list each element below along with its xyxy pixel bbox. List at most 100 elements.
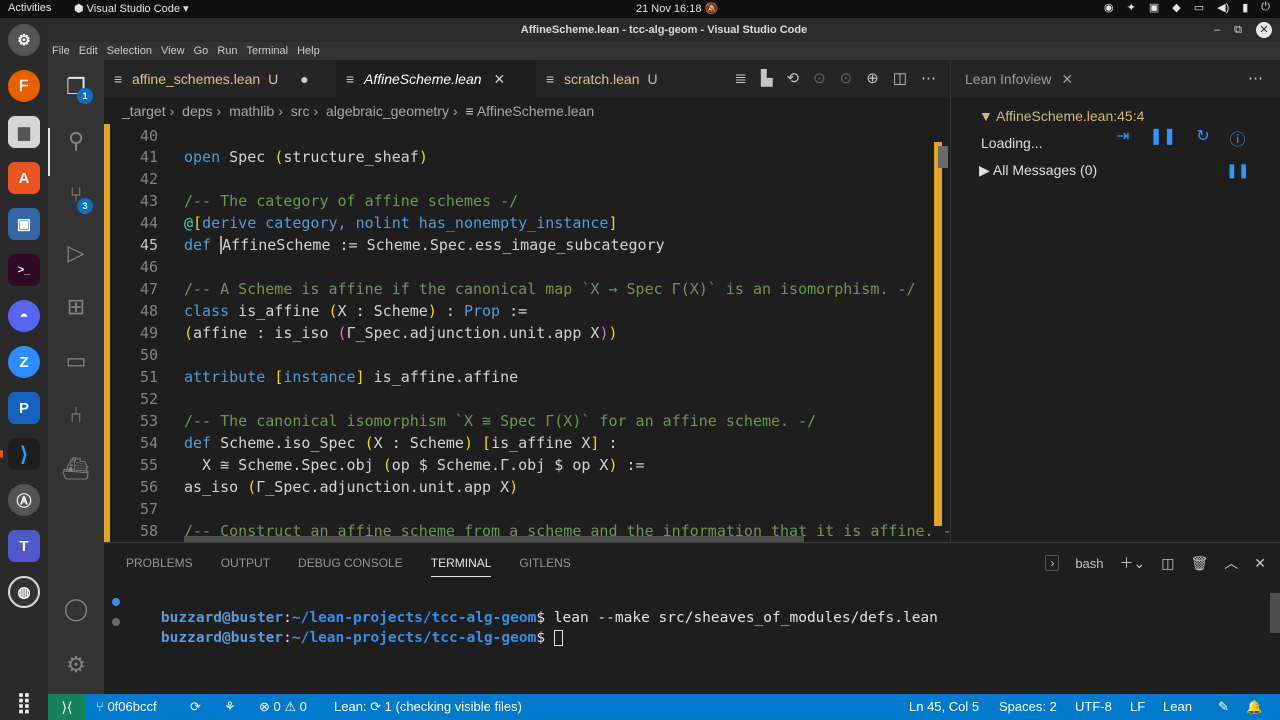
branch-indicator[interactable]: ⑂ 0f06bccf [96,694,157,720]
code-line[interactable]: 47/-- A Scheme is affine if the canonica… [104,278,950,300]
breadcrumb-item[interactable]: deps [182,103,212,119]
tab-debug-console[interactable]: DEBUG CONSOLE [298,556,403,577]
search-icon[interactable]: ⚲ [61,126,91,156]
split-terminal-icon[interactable]: ◫ [1161,555,1174,572]
gitlens-icon[interactable]: ⑃ [61,400,91,430]
sync-icon[interactable]: ⟳ [190,694,201,720]
goal-location[interactable]: ▼ AffineScheme.lean:45:4 [979,108,1144,124]
command-decoration-icon[interactable] [112,598,120,606]
indentation[interactable]: Spaces: 2 [999,694,1057,720]
breadcrumb-item[interactable]: AffineScheme.lean [477,103,594,119]
breadcrumb-item[interactable]: mathlib [229,103,274,119]
more-actions-icon[interactable]: ⋯ [921,60,936,98]
overview-ruler[interactable] [934,142,942,526]
menu-selection[interactable]: Selection [107,42,152,60]
menu-run[interactable]: Run [217,42,237,60]
gitlens-status-icon[interactable]: ⚘ [224,694,236,720]
files-icon[interactable]: ▆ [8,116,40,148]
volume-icon[interactable]: ◀) [1217,1,1229,14]
update-icon[interactable]: ▣ [1149,1,1159,14]
kill-terminal-icon[interactable]: 🗑 [1190,555,1208,572]
terminal-line[interactable]: buzzard@buster:~/lean-projects/tcc-alg-g… [112,614,563,662]
menu-go[interactable]: Go [194,42,209,60]
close-tab-icon[interactable]: ✕ [1061,71,1073,87]
refresh-icon[interactable]: ↻ [1196,126,1209,150]
tab-affine-schemes[interactable]: ≡ affine_schemes.lean U ● [104,60,336,98]
code-line[interactable]: 54 def Scheme.iso_Spec (X : Scheme) [is_a… [104,432,950,454]
maximize-panel-icon[interactable]: ︿ [1224,553,1238,573]
terminal-scrollbar[interactable] [1270,593,1280,633]
go-back-icon[interactable]: ⟲ [787,60,800,98]
zulip-icon[interactable]: Z [8,346,40,378]
unsaved-dot-icon[interactable]: ● [300,71,308,87]
close-panel-icon[interactable]: ✕ [1254,555,1266,572]
terminal-shell-selector[interactable]: › [1045,555,1060,571]
terminal-icon[interactable]: >_ [8,254,40,286]
lean-status[interactable]: Lean: ⟳ 1 (checking visible files) [334,694,522,720]
tab-output[interactable]: OUTPUT [221,556,270,577]
feedback-icon[interactable]: ✎ [1218,694,1229,720]
tab-lean-infoview[interactable]: Lean Infoview ✕ [965,60,1073,98]
maximize-icon[interactable]: ⧉ [1234,18,1242,42]
remote-indicator-icon[interactable]: ⟩⟨ [48,694,86,720]
new-terminal-icon[interactable]: ＋⌄ [1120,553,1146,573]
cursor-position[interactable]: Ln 45, Col 5 [909,694,979,720]
messages-pause-icon[interactable]: ❚❚ [1226,162,1249,179]
activities-button[interactable]: Activities [8,2,51,14]
obs-icon[interactable]: ◍ [8,576,40,608]
close-window-icon[interactable]: ✕ [1256,22,1272,38]
tab-problems[interactable]: PROBLEMS [126,556,193,577]
manage-gear-icon[interactable]: ⚙ [61,650,91,680]
breadcrumb-item[interactable]: algebraic_geometry [326,103,449,119]
menu-help[interactable]: Help [297,42,320,60]
extensions-icon[interactable]: ⊞ [61,292,91,322]
code-line[interactable]: 53/-- The canonical isomorphism `X ≅ Spe… [104,410,950,432]
code-line[interactable]: 52 [104,388,950,410]
code-line[interactable]: 51 attribute [instance] is_affine.affine [104,366,950,388]
ubuntu-software-icon[interactable]: Ⓐ [8,484,40,516]
code-line[interactable]: 40 [104,125,950,147]
network-icon[interactable]: ▭ [1194,1,1204,14]
code-line[interactable]: 42 [104,168,950,190]
code-line[interactable]: 56 as_iso (Γ_Spec.adjunction.unit.app X) [104,476,950,498]
tab-terminal[interactable]: TERMINAL [430,556,492,577]
code-line[interactable]: 46 [104,256,950,278]
code-line[interactable]: 41 open Spec (structure_sheaf) [104,146,950,168]
close-tab-icon[interactable]: ✕ [494,71,506,87]
power-icon[interactable]: ⏻ [1261,1,1270,14]
settings-icon[interactable]: ⚙ [8,24,40,56]
code-line[interactable]: 44 @[derive category, nolint has_nonempty… [104,212,950,234]
breadcrumb-item[interactable]: src [291,103,310,119]
more-actions-icon[interactable]: ⋯ [1248,60,1263,98]
tab-scratch[interactable]: ≡ scratch.lean U [536,60,686,98]
menu-view[interactable]: View [161,42,185,60]
screenshot-icon[interactable]: ▣ [8,208,40,240]
breadcrumb-item[interactable]: _target [122,103,166,119]
tab-affinescheme[interactable]: ≡ AffineScheme.lean ✕ [336,60,536,98]
discord-tray-icon[interactable]: ◆ [1172,1,1180,14]
code-line[interactable]: 43/-- The category of affine schemes -/ [104,190,950,212]
remote-explorer-icon[interactable]: ▭ [61,346,91,376]
problems-indicator[interactable]: ⊗ 0 ⚠ 0 [259,694,307,720]
menu-edit[interactable]: Edit [79,42,98,60]
command-decoration-icon[interactable] [112,618,120,626]
battery-icon[interactable]: ▮ [1242,1,1248,14]
code-line[interactable]: 45 def AffineScheme := Scheme.Spec.ess_im… [104,234,950,256]
pause-icon[interactable]: ❚❚ [1149,126,1176,150]
code-editor[interactable]: 40 41 open Spec (structure_sheaf) 42 43/-… [104,124,950,542]
chrome-icon[interactable]: ◉ [1104,1,1114,14]
infoview-toggle-icon[interactable]: ≣ [734,60,747,98]
end-of-line[interactable]: LF [1130,694,1145,720]
language-mode[interactable]: Lean [1163,694,1192,720]
code-line[interactable]: 48 class is_affine (X : Scheme) : Prop := [104,300,950,322]
encoding[interactable]: UTF-8 [1075,694,1112,720]
show-apps-icon[interactable]: ⣿ [8,686,40,718]
vscode-icon[interactable]: ⟩ [8,438,40,470]
step-icon[interactable]: ⊙ [813,60,826,98]
step-forward-icon[interactable]: ⊙ [840,60,853,98]
help-icon[interactable]: ⓘ [1230,126,1246,150]
scroll-thumb[interactable] [938,146,948,168]
firefox-icon[interactable]: ᖴ [8,70,40,102]
all-messages-toggle[interactable]: ▶ All Messages (0) [979,162,1097,179]
clock[interactable]: 21 Nov 16:18 🔕 [636,2,718,15]
